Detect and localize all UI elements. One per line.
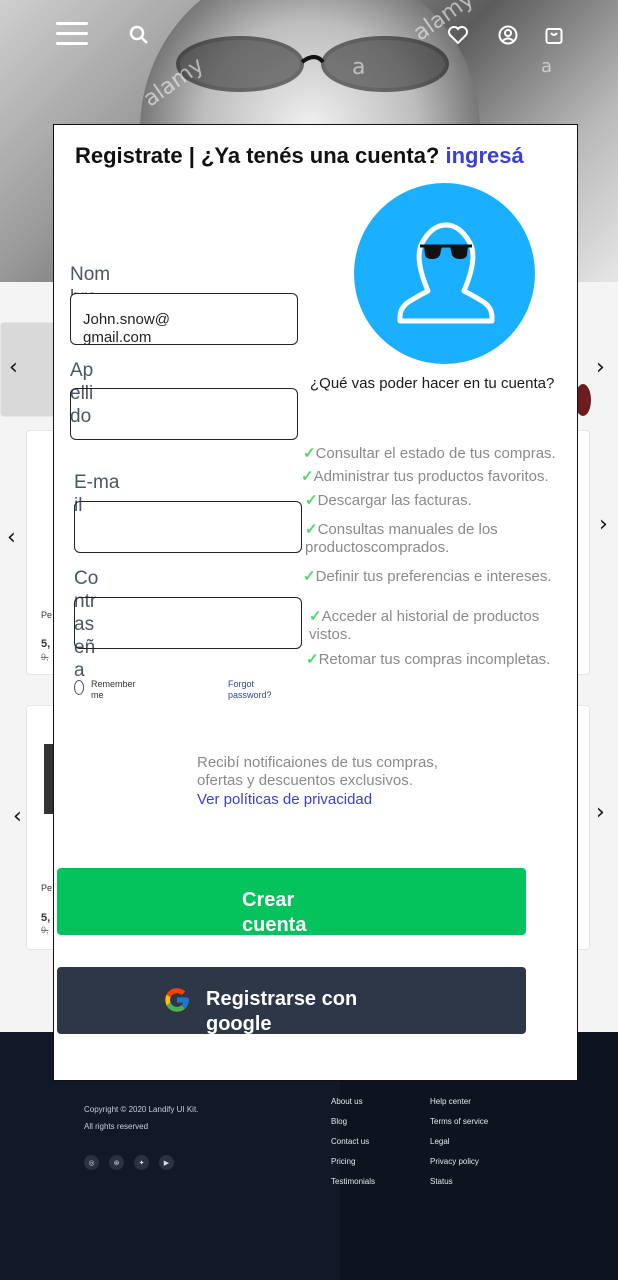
forgot-password-link[interactable]: Forgot password?: [228, 679, 272, 701]
create-account-label: Crear cuenta: [242, 889, 307, 936]
copyright-text: Copyright © 2020 Landify UI Kit.: [84, 1105, 199, 1114]
check-icon: ✓: [305, 492, 318, 509]
check-icon: ✓: [309, 608, 322, 625]
product-old-price: 9,: [41, 652, 49, 662]
benefit-text: Administrar tus productos favoritos.: [313, 468, 549, 485]
email-input[interactable]: [74, 501, 302, 553]
chevron-left-icon[interactable]: ‹: [7, 525, 16, 550]
user-silhouette-icon: [397, 222, 495, 324]
benefit-text: Consultar el estado de tus compras.: [315, 445, 556, 462]
check-icon: ✓: [305, 521, 318, 538]
benefit-text: Acceder al historial de productos vistos…: [309, 608, 540, 643]
create-account-button[interactable]: Crear cuenta: [57, 868, 526, 936]
product-label: Pe: [41, 610, 53, 620]
footer-link-help[interactable]: Help center: [430, 1097, 471, 1106]
benefit-item: ✓Retomar tus compras incompletas.: [306, 651, 550, 669]
product-old-price: 9,: [41, 925, 49, 935]
youtube-icon[interactable]: ▶: [159, 1155, 174, 1170]
name-value: John.snow@ gmail.com: [83, 311, 170, 346]
footer-link-about[interactable]: About us: [331, 1097, 363, 1106]
register-modal: Registrate | ¿Ya tenés una cuenta? ingre…: [53, 124, 578, 1081]
user-icon[interactable]: [495, 22, 521, 48]
check-icon: ✓: [301, 468, 314, 485]
benefit-item: ✓Consultar el estado de tus compras.: [303, 445, 556, 463]
menu-icon[interactable]: [56, 22, 88, 46]
google-icon: [165, 988, 189, 1012]
account-question: ¿Qué vas poder hacer en tu cuenta?: [310, 375, 555, 392]
footer-link-status[interactable]: Status: [430, 1177, 453, 1186]
chevron-left-icon[interactable]: ‹: [13, 804, 22, 829]
dribbble-icon[interactable]: ⊛: [109, 1155, 124, 1170]
benefit-text: Descargar las facturas.: [317, 492, 472, 509]
google-signup-label: Registrarse con google: [206, 988, 358, 1035]
product-price: 5,: [41, 912, 51, 924]
footer-link-contact[interactable]: Contact us: [331, 1137, 369, 1146]
benefit-item: ✓Definir tus preferencias e intereses.: [303, 568, 552, 586]
instagram-icon[interactable]: ◎: [84, 1155, 99, 1170]
product-label: Pe: [41, 883, 53, 893]
modal-title: Registrate | ¿Ya tenés una cuenta? ingre…: [75, 143, 524, 169]
remember-label: Remember me: [91, 679, 136, 700]
chevron-left-icon[interactable]: ‹: [9, 355, 18, 380]
watermark: a: [352, 55, 366, 80]
benefit-text: Consultas manuales de los productoscompr…: [305, 521, 498, 556]
product-price: 5,: [41, 638, 51, 650]
heart-icon[interactable]: [445, 22, 471, 48]
login-link[interactable]: ingresá: [446, 143, 524, 168]
footer-link-terms[interactable]: Terms of service: [430, 1117, 488, 1126]
title-text: Registrate | ¿Ya tenés una cuenta?: [75, 143, 446, 168]
cart-icon[interactable]: [541, 22, 567, 48]
check-icon: ✓: [303, 568, 316, 585]
benefit-item: ✓Consultas manuales de los productoscomp…: [305, 521, 498, 557]
search-icon[interactable]: [126, 22, 152, 48]
benefit-text: Retomar tus compras incompletas.: [318, 651, 551, 668]
rights-text: All rights reserved: [84, 1122, 149, 1131]
name-input[interactable]: John.snow@ gmail.com: [70, 293, 298, 346]
remember-checkbox[interactable]: [74, 680, 84, 695]
chevron-right-icon[interactable]: ›: [599, 512, 608, 537]
check-icon: ✓: [306, 651, 319, 668]
footer-link-privacy[interactable]: Privacy policy: [430, 1157, 479, 1166]
benefit-item: ✓Administrar tus productos favoritos.: [301, 468, 549, 486]
footer-link-testimonials[interactable]: Testimonials: [331, 1177, 375, 1186]
benefit-item: ✓Descargar las facturas.: [305, 492, 472, 510]
benefit-item: ✓Acceder al historial de productos visto…: [309, 608, 539, 644]
footer-link-pricing[interactable]: Pricing: [331, 1157, 355, 1166]
notification-notice: Recibí notificaiones de tus compras, ofe…: [197, 754, 438, 789]
password-input[interactable]: [74, 597, 302, 649]
google-signup-button[interactable]: Registrarse con google: [57, 967, 526, 1035]
lastname-input[interactable]: [70, 388, 298, 440]
chevron-right-icon[interactable]: ›: [596, 800, 605, 825]
chevron-right-icon[interactable]: ›: [596, 355, 605, 380]
privacy-link[interactable]: Ver políticas de privacidad: [197, 791, 372, 808]
footer-link-legal[interactable]: Legal: [430, 1137, 450, 1146]
benefit-text: Definir tus preferencias e intereses.: [315, 568, 552, 585]
watermark: a: [541, 56, 553, 77]
check-icon: ✓: [303, 445, 316, 462]
twitter-icon[interactable]: ✦: [134, 1155, 149, 1170]
footer-link-blog[interactable]: Blog: [331, 1117, 347, 1126]
avatar: [354, 183, 535, 364]
